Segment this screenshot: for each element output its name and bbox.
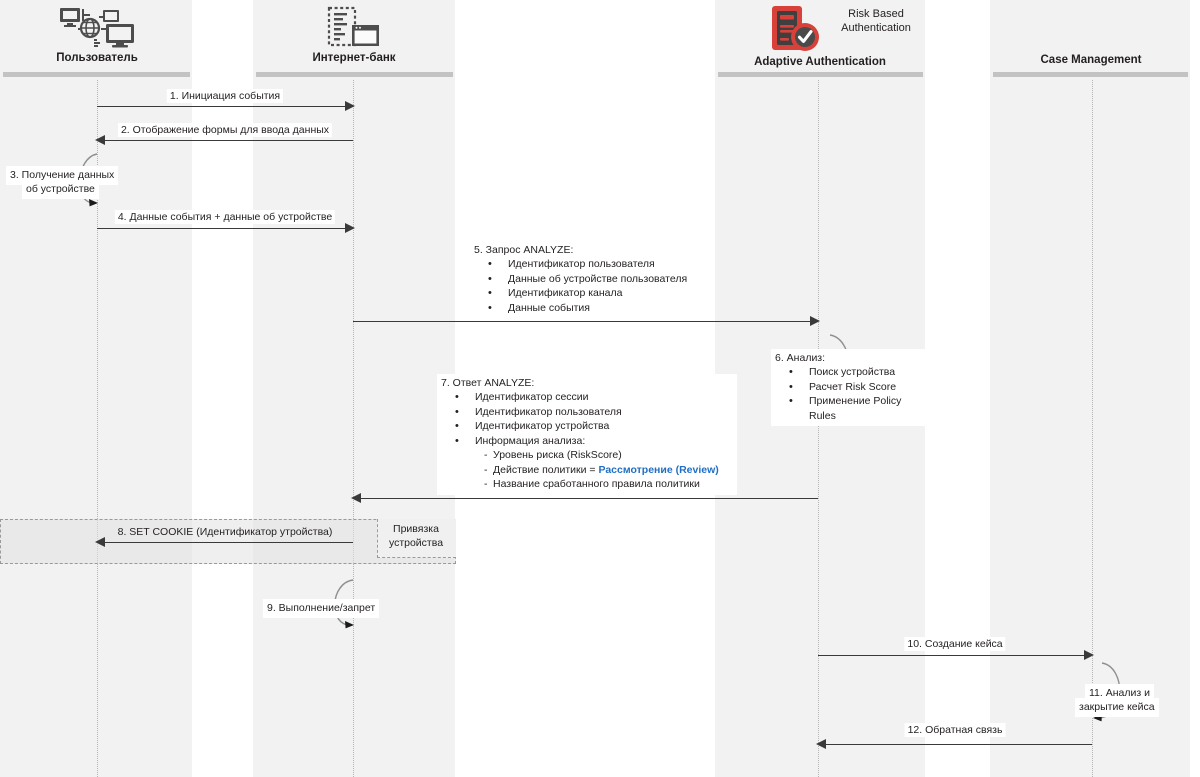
message-2-arrow-line [105, 140, 353, 141]
device-binding-fragment-tag-line2: устройства [388, 537, 444, 549]
message-11-label-line2: закрытие кейса [1075, 698, 1159, 717]
message-7-sub-list: Уровень риска (RiskScore) Действие полит… [441, 448, 733, 492]
server-check-icon [770, 4, 822, 54]
message-5-title: 5. Запрос ANALYZE: [474, 244, 574, 256]
message-3-label-line2: об устройстве [22, 180, 99, 199]
message-10-label: 10. Создание кейса [904, 637, 1006, 651]
message-5-bullet-1: Идентификатор пользователя [488, 257, 701, 272]
message-6-label-block: 6. Анализ: Поиск устройства Расчет Risk … [771, 349, 931, 426]
message-7-arrow-line [361, 498, 818, 499]
message-7-subitem-1: Уровень риска (RiskScore) [484, 448, 733, 463]
lifeline-ibank [353, 80, 354, 777]
message-5-arrowhead [810, 316, 820, 326]
message-7-subitem-2-text: Действие политики = [493, 463, 599, 476]
message-7-bullet-1: Идентификатор сессии [455, 390, 733, 405]
message-8-arrowhead [95, 537, 105, 547]
message-6-bullet-list: Поиск устройства Расчет Risk Score Приме… [775, 365, 927, 423]
device-binding-fragment-tag-line1: Привязка [393, 523, 439, 535]
message-2-label: 2. Отображение формы для ввода данных [117, 123, 333, 137]
message-9-label: 9. Выполнение/запрет [263, 599, 380, 618]
browser-page-icon [326, 6, 382, 50]
lifeline-header-adaptive: Adaptive Authentication [754, 56, 886, 68]
message-6-title: 6. Анализ: [775, 352, 826, 364]
message-5-label-block: 5. Запрос ANALYZE: Идентификатор пользов… [470, 241, 705, 318]
header-rule-user [3, 72, 190, 77]
lifeline-header-case: Case Management [1040, 54, 1142, 66]
background-band-user [0, 0, 192, 777]
message-8-label: 8. SET COOKIE (Идентификатор утройства) [117, 526, 333, 538]
message-7-title: 7. Ответ ANALYZE: [441, 377, 535, 389]
message-7-subitem-2: Действие политики = Рассмотрение (Review… [484, 463, 733, 478]
lifeline-subtitle-rba-line1: Risk Based [848, 8, 904, 20]
message-7-policy-action-highlight: Рассмотрение (Review) [598, 463, 719, 476]
background-band-ibank [253, 0, 455, 777]
lifeline-header-user: Пользователь [56, 52, 138, 64]
message-6-bullet-3: Применение Policy Rules [789, 394, 927, 423]
message-7-bullet-3: Идентификатор устройства [455, 419, 733, 434]
message-5-bullet-4: Данные события [488, 301, 701, 316]
message-12-arrow-line [826, 744, 1092, 745]
message-7-arrowhead [351, 493, 361, 503]
message-7-bullet-4: Информация анализа: [455, 434, 733, 449]
message-5-bullet-list: Идентификатор пользователя Данные об уст… [474, 257, 701, 315]
message-2-arrowhead [95, 135, 105, 145]
message-6-bullet-1: Поиск устройства [789, 365, 927, 380]
message-7-bullet-2: Идентификатор пользователя [455, 405, 733, 420]
header-rule-case [993, 72, 1188, 77]
message-5-arrow-line [353, 321, 812, 322]
message-4-label: 4. Данные события + данные об устройстве [114, 210, 336, 224]
message-1-label: 1. Инициация события [166, 89, 284, 103]
message-5-bullet-3: Идентификатор канала [488, 286, 701, 301]
message-12-label: 12. Обратная связь [904, 723, 1006, 737]
message-6-bullet-2: Расчет Risk Score [789, 380, 927, 395]
message-1-arrow-line [97, 106, 347, 107]
header-rule-ibank [256, 72, 453, 77]
message-12-arrowhead [816, 739, 826, 749]
header-rule-adaptive [718, 72, 923, 77]
message-10-arrowhead [1084, 650, 1094, 660]
message-4-arrowhead [345, 223, 355, 233]
message-7-bullet-list: Идентификатор сессии Идентификатор польз… [441, 390, 733, 448]
user-devices-icon [58, 6, 136, 50]
message-7-subitem-3: Название сработанного правила политики [484, 477, 733, 492]
sequence-diagram-canvas: Пользователь Интернет-банк Adaptive Auth… [0, 0, 1200, 777]
message-4-arrow-line [97, 228, 347, 229]
message-7-label-block: 7. Ответ ANALYZE: Идентификатор сессии И… [437, 374, 737, 495]
lifeline-header-ibank: Интернет-банк [312, 52, 396, 64]
lifeline-adaptive [818, 80, 819, 777]
message-5-bullet-2: Данные об устройстве пользователя [488, 272, 701, 287]
message-8-arrow-line [105, 542, 353, 543]
message-10-arrow-line [818, 655, 1086, 656]
message-1-arrowhead [345, 101, 355, 111]
lifeline-subtitle-rba-line2: Authentication [841, 22, 911, 34]
